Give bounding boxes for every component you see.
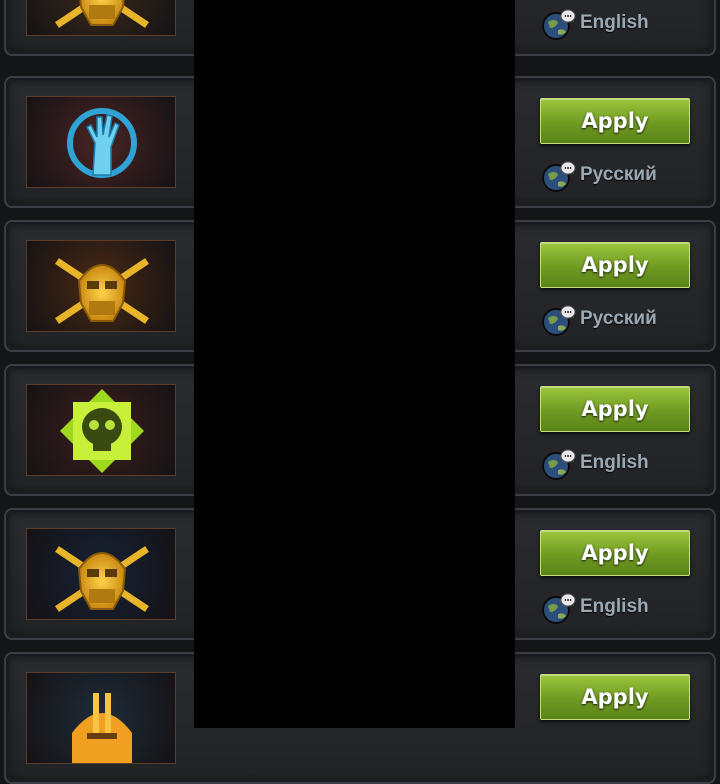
language-indicator: English (540, 590, 700, 624)
globe-chat-icon (540, 8, 576, 40)
language-label: Русский (580, 164, 657, 185)
blue-zombie-hand-emblem (26, 96, 176, 188)
language-label: English (580, 452, 649, 473)
globe-chat-icon (540, 592, 576, 624)
apply-button[interactable]: Apply (540, 674, 690, 720)
green-gas-mask-skull-emblem (26, 384, 176, 476)
language-label: English (580, 12, 649, 33)
globe-chat-icon (540, 448, 576, 480)
language-indicator: English (540, 446, 700, 480)
apply-button[interactable]: Apply (540, 530, 690, 576)
language-label: Русский (580, 308, 657, 329)
globe-chat-icon (540, 160, 576, 192)
language-indicator: Русский (540, 302, 700, 336)
apply-button[interactable]: Apply (540, 386, 690, 432)
gold-robot-skull-emblem (26, 240, 176, 332)
gold-robot-skull-emblem (26, 0, 176, 36)
language-label: English (580, 596, 649, 617)
globe-chat-icon (540, 304, 576, 336)
language-indicator: English (540, 6, 700, 40)
language-indicator: Русский (540, 158, 700, 192)
apply-button[interactable]: Apply (540, 98, 690, 144)
apply-button[interactable]: Apply (540, 242, 690, 288)
orange-helmet-emblem (26, 672, 176, 764)
gold-robot-skull-emblem (26, 528, 176, 620)
overlay-panel (194, 0, 515, 728)
